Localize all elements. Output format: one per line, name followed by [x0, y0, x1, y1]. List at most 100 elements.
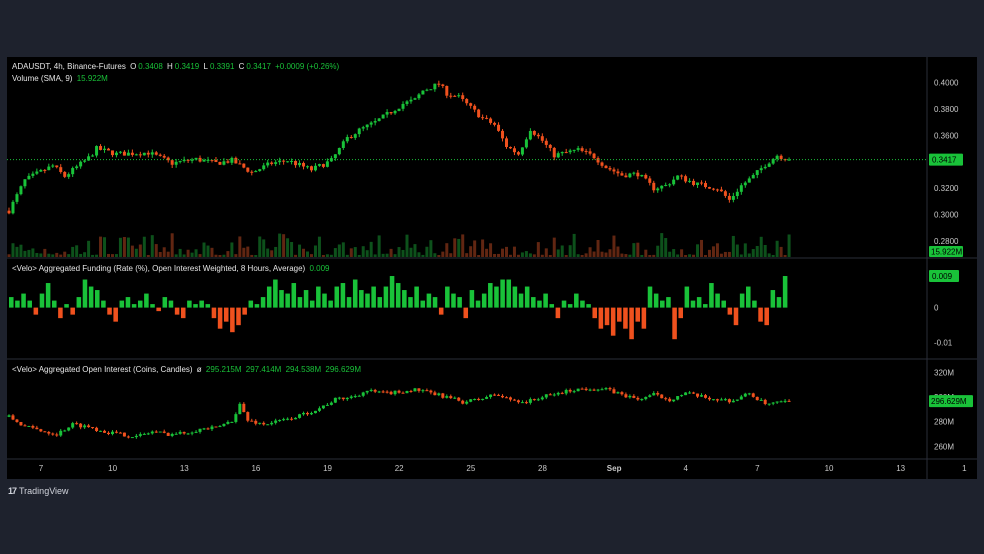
oi-candle-body — [688, 392, 692, 394]
volume-bar — [767, 253, 771, 257]
volume-bar — [536, 242, 540, 257]
oi-candle-body — [114, 431, 118, 433]
volume-bar — [449, 253, 453, 257]
oi-candle-body — [604, 388, 608, 390]
price-candle-body — [640, 174, 644, 177]
price-candle-body — [59, 167, 63, 172]
volume-bar — [473, 240, 477, 257]
oi-candle-body — [540, 397, 544, 400]
price-candle-body — [170, 160, 174, 165]
price-candle-body — [592, 153, 596, 159]
oi-candle-body — [445, 396, 449, 398]
volume-bar — [680, 249, 684, 257]
price-axis[interactable]: 0.40000.38000.36000.34000.32000.30000.28… — [929, 79, 963, 257]
volume-bar — [727, 251, 731, 257]
time-axis[interactable]: 7 10 13 16 19 22 25 28 Sep 4 7 10 13 1 — [39, 464, 967, 473]
volume-bar — [138, 244, 142, 257]
volume-bar — [644, 249, 648, 257]
oi-candle-body — [130, 437, 134, 439]
price-candle-body — [242, 163, 246, 168]
funding-bar — [33, 307, 39, 315]
volume-bar — [608, 249, 612, 257]
volume-bar — [409, 247, 413, 257]
funding-bar — [125, 297, 131, 308]
brand-name: TradingView — [19, 486, 69, 496]
price-candle-body — [457, 95, 461, 97]
oi-candle-body — [576, 388, 580, 392]
oi-tick-label: 260M — [934, 442, 954, 451]
oi-candle-body — [162, 431, 166, 433]
volume-bar — [588, 247, 592, 257]
price-candle-body — [31, 173, 35, 176]
volume-bar — [596, 239, 600, 257]
oi-candle-body — [397, 390, 401, 393]
volume-bar — [477, 254, 481, 257]
oi-candle-body — [170, 434, 174, 436]
funding-axis[interactable]: 0.009 0 -0.01 — [929, 270, 959, 348]
volume-bar — [656, 245, 660, 257]
price-candle-body — [71, 168, 75, 175]
volume-bar — [684, 254, 688, 257]
volume-bar — [763, 244, 767, 257]
oi-candle-body — [154, 431, 158, 433]
oi-candle-body — [274, 420, 278, 423]
price-candle-body — [433, 83, 437, 90]
volume-bar — [751, 249, 755, 257]
oi-candle-body — [317, 408, 321, 411]
price-candle-body — [512, 148, 516, 153]
volume-bar — [91, 254, 95, 257]
oi-candle-body — [278, 420, 282, 422]
funding-bar — [746, 286, 751, 308]
price-candle-body — [202, 159, 206, 162]
funding-bar — [549, 304, 555, 308]
oi-candle-body — [134, 435, 138, 438]
volume-bar — [636, 242, 640, 257]
open-value: 0.3408 — [138, 62, 163, 71]
volume-bar — [600, 251, 604, 257]
price-candle-body — [357, 128, 361, 135]
price-candle-body — [325, 161, 329, 167]
funding-bar — [395, 283, 401, 308]
price-candle-body — [341, 141, 345, 148]
volume-bar — [329, 254, 333, 257]
funding-bar — [371, 286, 376, 308]
funding-legend[interactable]: <Velo> Aggregated Funding (Rate (%), Ope… — [12, 264, 331, 274]
price-candle-body — [373, 121, 377, 123]
oi-candle-body — [126, 436, 130, 438]
price-candle-body — [692, 180, 696, 185]
oi-candle-body — [83, 425, 87, 428]
volume-bar — [735, 244, 739, 257]
price-candle-body — [636, 172, 640, 177]
oi-axis[interactable]: 320M300M280M260M296.629M — [929, 368, 973, 451]
price-candle-body — [755, 170, 759, 175]
funding-bar — [15, 300, 20, 308]
volume-bar — [114, 254, 118, 257]
volume-bar — [43, 248, 47, 257]
funding-bar — [432, 297, 438, 308]
volume-bar — [51, 254, 55, 257]
price-candle-body — [743, 182, 747, 186]
volume-bar — [309, 254, 313, 257]
oi-candle-body — [51, 433, 55, 435]
funding-bar — [752, 300, 757, 308]
price-candle-body — [43, 169, 47, 171]
funding-bar — [543, 293, 548, 308]
symbol-title[interactable]: ADAUSDT, 4h, Binance-Futures — [12, 62, 126, 71]
volume-bar — [405, 234, 409, 257]
price-candle-body — [556, 153, 560, 158]
funding-bar — [426, 293, 432, 308]
volume-bar — [612, 235, 616, 257]
tradingview-brand[interactable]: 17 TradingView — [8, 486, 69, 496]
oi-candle-body — [556, 392, 560, 395]
volume-legend[interactable]: Volume (SMA, 9) 15.922M — [12, 74, 110, 84]
price-candle-body — [660, 185, 664, 189]
oi-candle-body — [652, 393, 656, 396]
funding-bar — [94, 290, 100, 308]
oi-legend[interactable]: <Velo> Aggregated Open Interest (Coins, … — [12, 365, 363, 375]
volume-bar — [353, 247, 357, 257]
price-tick-label: 0.2800 — [934, 237, 959, 246]
oi-candle-body — [588, 389, 592, 391]
chart-frame[interactable]: 0.40000.38000.36000.34000.32000.30000.28… — [7, 57, 977, 479]
price-candle-body — [218, 161, 222, 165]
funding-bar — [82, 279, 88, 308]
